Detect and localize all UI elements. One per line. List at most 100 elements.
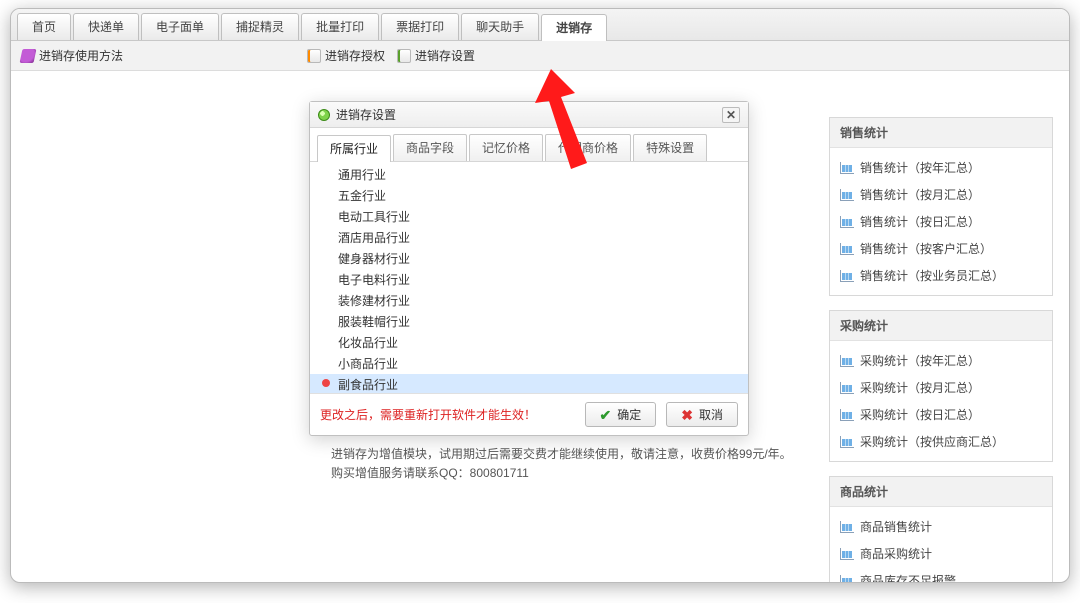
chart-icon	[840, 189, 854, 201]
sidebar-item-label: 销售统计（按业务员汇总）	[860, 267, 1004, 284]
sidebar-item[interactable]: 采购统计（按月汇总）	[830, 374, 1052, 401]
sidebar-item-label: 销售统计（按年汇总）	[860, 159, 980, 176]
chart-icon	[840, 355, 854, 367]
settings-dialog: 进销存设置 ✕ 所属行业商品字段记忆价格代理商价格特殊设置 通用行业五金行业电动…	[309, 101, 749, 436]
industry-item[interactable]: 健身器材行业	[310, 248, 748, 269]
sidebar-item[interactable]: 采购统计（按日汇总）	[830, 401, 1052, 428]
sidebar-item-label: 销售统计（按日汇总）	[860, 213, 980, 230]
selected-dot-icon	[322, 379, 330, 387]
main-tab[interactable]: 电子面单	[141, 13, 219, 40]
sidebar-group-items: 销售统计（按年汇总） 销售统计（按月汇总） 销售统计（按日汇总） 销售统计（按客户汇总…	[830, 148, 1052, 295]
dialog-tab[interactable]: 代理商价格	[545, 134, 631, 161]
settings-icon	[397, 49, 411, 63]
industry-list: 通用行业五金行业电动工具行业酒店用品行业健身器材行业电子电料行业装修建材行业服装…	[310, 162, 748, 393]
toolbar-settings[interactable]: 进销存设置	[397, 47, 475, 64]
toolbar-auth[interactable]: 进销存授权	[307, 47, 385, 64]
chart-icon	[840, 162, 854, 174]
chart-icon	[840, 436, 854, 448]
main-tab[interactable]: 快递单	[73, 13, 139, 40]
sidebar-item[interactable]: 商品销售统计	[830, 513, 1052, 540]
dialog-body: 通用行业五金行业电动工具行业酒店用品行业健身器材行业电子电料行业装修建材行业服装…	[310, 162, 748, 393]
toolbar: 进销存使用方法 进销存授权 进销存设置	[11, 41, 1069, 71]
main-tab[interactable]: 进销存	[541, 14, 607, 41]
main-tab[interactable]: 聊天助手	[461, 13, 539, 40]
sidebar-item[interactable]: 销售统计（按业务员汇总）	[830, 262, 1052, 289]
industry-item[interactable]: 副食品行业	[310, 374, 748, 393]
close-icon: ✖	[681, 408, 693, 422]
sidebar-item[interactable]: 销售统计（按年汇总）	[830, 154, 1052, 181]
industry-item[interactable]: 酒店用品行业	[310, 227, 748, 248]
purchase-note-line1: 进销存为增值模块，试用期过后需要交费才能继续使用，敬请注意，收费价格99元/年。	[331, 445, 792, 464]
sidebar-item-label: 商品销售统计	[860, 518, 932, 535]
industry-item[interactable]: 电动工具行业	[310, 206, 748, 227]
toolbar-usage-methods[interactable]: 进销存使用方法	[21, 47, 123, 64]
chart-icon	[840, 382, 854, 394]
toolbar-settings-label: 进销存设置	[415, 47, 475, 64]
check-icon: ✔	[600, 408, 612, 422]
ok-button[interactable]: ✔ 确定	[585, 402, 657, 427]
dialog-tab[interactable]: 记忆价格	[469, 134, 543, 161]
app-window: 首页快递单电子面单捕捉精灵批量打印票据打印聊天助手进销存 进销存使用方法 进销存…	[10, 8, 1070, 583]
industry-item[interactable]: 电子电料行业	[310, 269, 748, 290]
dialog-status-icon	[318, 109, 330, 121]
cancel-button[interactable]: ✖ 取消	[666, 402, 738, 427]
purchase-note: 进销存为增值模块，试用期过后需要交费才能继续使用，敬请注意，收费价格99元/年。…	[331, 445, 792, 483]
content-area: 进销存设置 ✕ 所属行业商品字段记忆价格代理商价格特殊设置 通用行业五金行业电动…	[11, 71, 1069, 576]
sidebar: 销售统计销售统计（按年汇总）销售统计（按月汇总）销售统计（按日汇总）销售统计（按…	[829, 117, 1053, 583]
dialog-tab[interactable]: 商品字段	[393, 134, 467, 161]
purchase-note-qq: 800801711	[470, 466, 529, 480]
sidebar-group: 商品统计商品销售统计商品采购统计商品库存不足报警	[829, 476, 1053, 583]
sidebar-item[interactable]: 销售统计（按日汇总）	[830, 208, 1052, 235]
toolbar-auth-label: 进销存授权	[325, 47, 385, 64]
chart-icon	[840, 270, 854, 282]
main-tab-strip: 首页快递单电子面单捕捉精灵批量打印票据打印聊天助手进销存	[11, 9, 1069, 41]
chart-icon	[840, 548, 854, 560]
dialog-title: 进销存设置	[336, 106, 396, 123]
main-tab[interactable]: 批量打印	[301, 13, 379, 40]
sidebar-group: 采购统计采购统计（按年汇总） 采购统计（按月汇总） 采购统计（按日汇总） 采购统计（按…	[829, 310, 1053, 462]
sidebar-item[interactable]: 采购统计（按年汇总）	[830, 347, 1052, 374]
sidebar-group-items: 商品销售统计商品采购统计商品库存不足报警	[830, 507, 1052, 583]
sidebar-item-label: 商品采购统计	[860, 545, 932, 562]
sidebar-group-title: 采购统计	[830, 311, 1052, 341]
sidebar-item-label: 采购统计（按月汇总）	[860, 379, 980, 396]
sidebar-group-title: 商品统计	[830, 477, 1052, 507]
sidebar-item[interactable]: 商品采购统计	[830, 540, 1052, 567]
chart-icon	[840, 243, 854, 255]
sidebar-item[interactable]: 销售统计（按月汇总）	[830, 181, 1052, 208]
sidebar-item[interactable]: 销售统计（按客户汇总）	[830, 235, 1052, 262]
dialog-tab[interactable]: 特殊设置	[633, 134, 707, 161]
chart-icon	[840, 521, 854, 533]
dialog-tab[interactable]: 所属行业	[317, 135, 391, 162]
sidebar-group-title: 销售统计	[830, 118, 1052, 148]
main-tab[interactable]: 捕捉精灵	[221, 13, 299, 40]
dialog-tab-strip: 所属行业商品字段记忆价格代理商价格特殊设置	[310, 128, 748, 162]
chart-icon	[840, 575, 854, 584]
sidebar-item-label: 采购统计（按供应商汇总）	[860, 433, 1004, 450]
sidebar-item-label: 销售统计（按客户汇总）	[860, 240, 992, 257]
toolbar-usage-label: 进销存使用方法	[39, 47, 123, 64]
purchase-note-line2-prefix: 购买增值服务请联系QQ：	[331, 466, 470, 480]
chart-icon	[840, 216, 854, 228]
industry-item[interactable]: 通用行业	[310, 164, 748, 185]
sidebar-item[interactable]: 采购统计（按供应商汇总）	[830, 428, 1052, 455]
dialog-footer-warning: 更改之后，需要重新打开软件才能生效！	[320, 406, 575, 423]
sidebar-item-label: 销售统计（按月汇总）	[860, 186, 980, 203]
cancel-button-label: 取消	[699, 406, 723, 423]
industry-item[interactable]: 化妆品行业	[310, 332, 748, 353]
industry-item[interactable]: 小商品行业	[310, 353, 748, 374]
industry-item[interactable]: 服装鞋帽行业	[310, 311, 748, 332]
industry-item[interactable]: 装修建材行业	[310, 290, 748, 311]
sidebar-item-label: 商品库存不足报警	[860, 572, 956, 583]
main-tab[interactable]: 首页	[17, 13, 71, 40]
sidebar-item-label: 采购统计（按年汇总）	[860, 352, 980, 369]
main-tab[interactable]: 票据打印	[381, 13, 459, 40]
sidebar-item[interactable]: 商品库存不足报警	[830, 567, 1052, 583]
dialog-titlebar: 进销存设置 ✕	[310, 102, 748, 128]
auth-icon	[307, 49, 321, 63]
industry-item[interactable]: 五金行业	[310, 185, 748, 206]
dialog-close-button[interactable]: ✕	[722, 107, 740, 123]
dialog-footer: 更改之后，需要重新打开软件才能生效！ ✔ 确定 ✖ 取消	[310, 393, 748, 435]
chart-icon	[840, 409, 854, 421]
sidebar-item-label: 采购统计（按日汇总）	[860, 406, 980, 423]
